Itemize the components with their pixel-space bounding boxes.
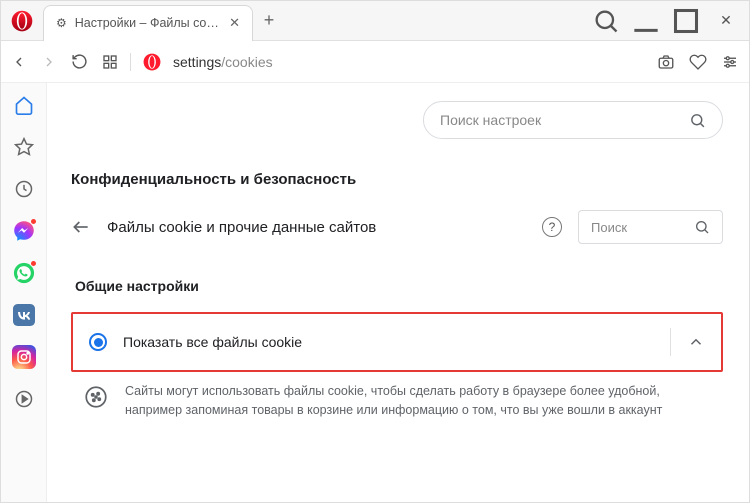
highlighted-option: Показать все файлы cookie	[71, 312, 723, 372]
settings-content: Поиск настроек Конфиденциальность и безо…	[47, 83, 749, 502]
url-path: /cookies	[221, 54, 272, 70]
sidebar-whatsapp[interactable]	[12, 261, 36, 285]
heart-icon[interactable]	[689, 53, 707, 71]
notification-dot	[30, 260, 37, 267]
back-arrow-button[interactable]	[71, 217, 91, 237]
sidebar-messenger[interactable]	[12, 219, 36, 243]
section-title: Конфиденциальность и безопасность	[71, 171, 723, 188]
search-placeholder: Поиск настроек	[440, 112, 541, 128]
search-icon	[689, 112, 706, 129]
option-label: Показать все файлы cookie	[123, 334, 654, 350]
snapshot-icon[interactable]	[657, 53, 675, 71]
sidebar	[1, 83, 47, 502]
url-host: settings	[173, 54, 221, 70]
reload-button[interactable]	[71, 53, 88, 70]
settings-search[interactable]: Поиск настроек	[423, 101, 723, 139]
subsection-header: Файлы cookie и прочие данные сайтов ? По…	[71, 210, 723, 244]
sidebar-player[interactable]	[12, 387, 36, 411]
sidebar-history[interactable]	[12, 177, 36, 201]
sidebar-bookmarks[interactable]	[12, 135, 36, 159]
new-tab-button[interactable]: +	[253, 10, 285, 31]
search-icon	[694, 219, 710, 235]
easysetup-icon[interactable]	[721, 53, 739, 71]
close-window-button[interactable]: ✕	[709, 7, 743, 35]
notification-dot	[30, 218, 37, 225]
radio-selected-icon	[89, 333, 107, 351]
url-text[interactable]: settings/cookies	[173, 54, 273, 70]
maximize-button[interactable]	[669, 7, 703, 35]
mini-search-placeholder: Поиск	[591, 220, 627, 235]
nav-back-button[interactable]	[11, 54, 27, 70]
subsection-title: Файлы cookie и прочие данные сайтов	[107, 219, 526, 236]
option-description-row: Сайты могут использовать файлы cookie, ч…	[71, 378, 723, 420]
group-title: Общие настройки	[71, 278, 723, 294]
tab-bar: ⚙ Настройки – Файлы cookie ✕ + ✕	[1, 1, 749, 41]
opera-icon-small	[143, 53, 161, 71]
minimize-button[interactable]	[629, 7, 663, 35]
cookie-icon	[83, 384, 109, 410]
address-bar: settings/cookies	[1, 41, 749, 83]
separator	[130, 53, 131, 71]
subsection-search[interactable]: Поиск	[578, 210, 723, 244]
active-tab[interactable]: ⚙ Настройки – Файлы cookie ✕	[43, 5, 253, 41]
sidebar-home[interactable]	[12, 93, 36, 117]
speed-dial-icon[interactable]	[102, 54, 118, 70]
nav-forward-button[interactable]	[41, 54, 57, 70]
expand-chevron-icon[interactable]	[687, 333, 705, 351]
tab-title: Настройки – Файлы cookie	[75, 16, 221, 30]
divider	[670, 328, 671, 356]
opera-logo	[11, 10, 33, 32]
sidebar-instagram[interactable]	[12, 345, 36, 369]
option-show-all-cookies[interactable]: Показать все файлы cookie	[77, 318, 717, 366]
search-window-icon[interactable]	[589, 7, 623, 35]
help-button[interactable]: ?	[542, 217, 562, 237]
close-tab-button[interactable]: ✕	[229, 15, 240, 31]
sidebar-vk[interactable]	[12, 303, 36, 327]
gear-icon: ⚙	[56, 16, 67, 30]
option-description: Сайты могут использовать файлы cookie, ч…	[125, 382, 711, 420]
